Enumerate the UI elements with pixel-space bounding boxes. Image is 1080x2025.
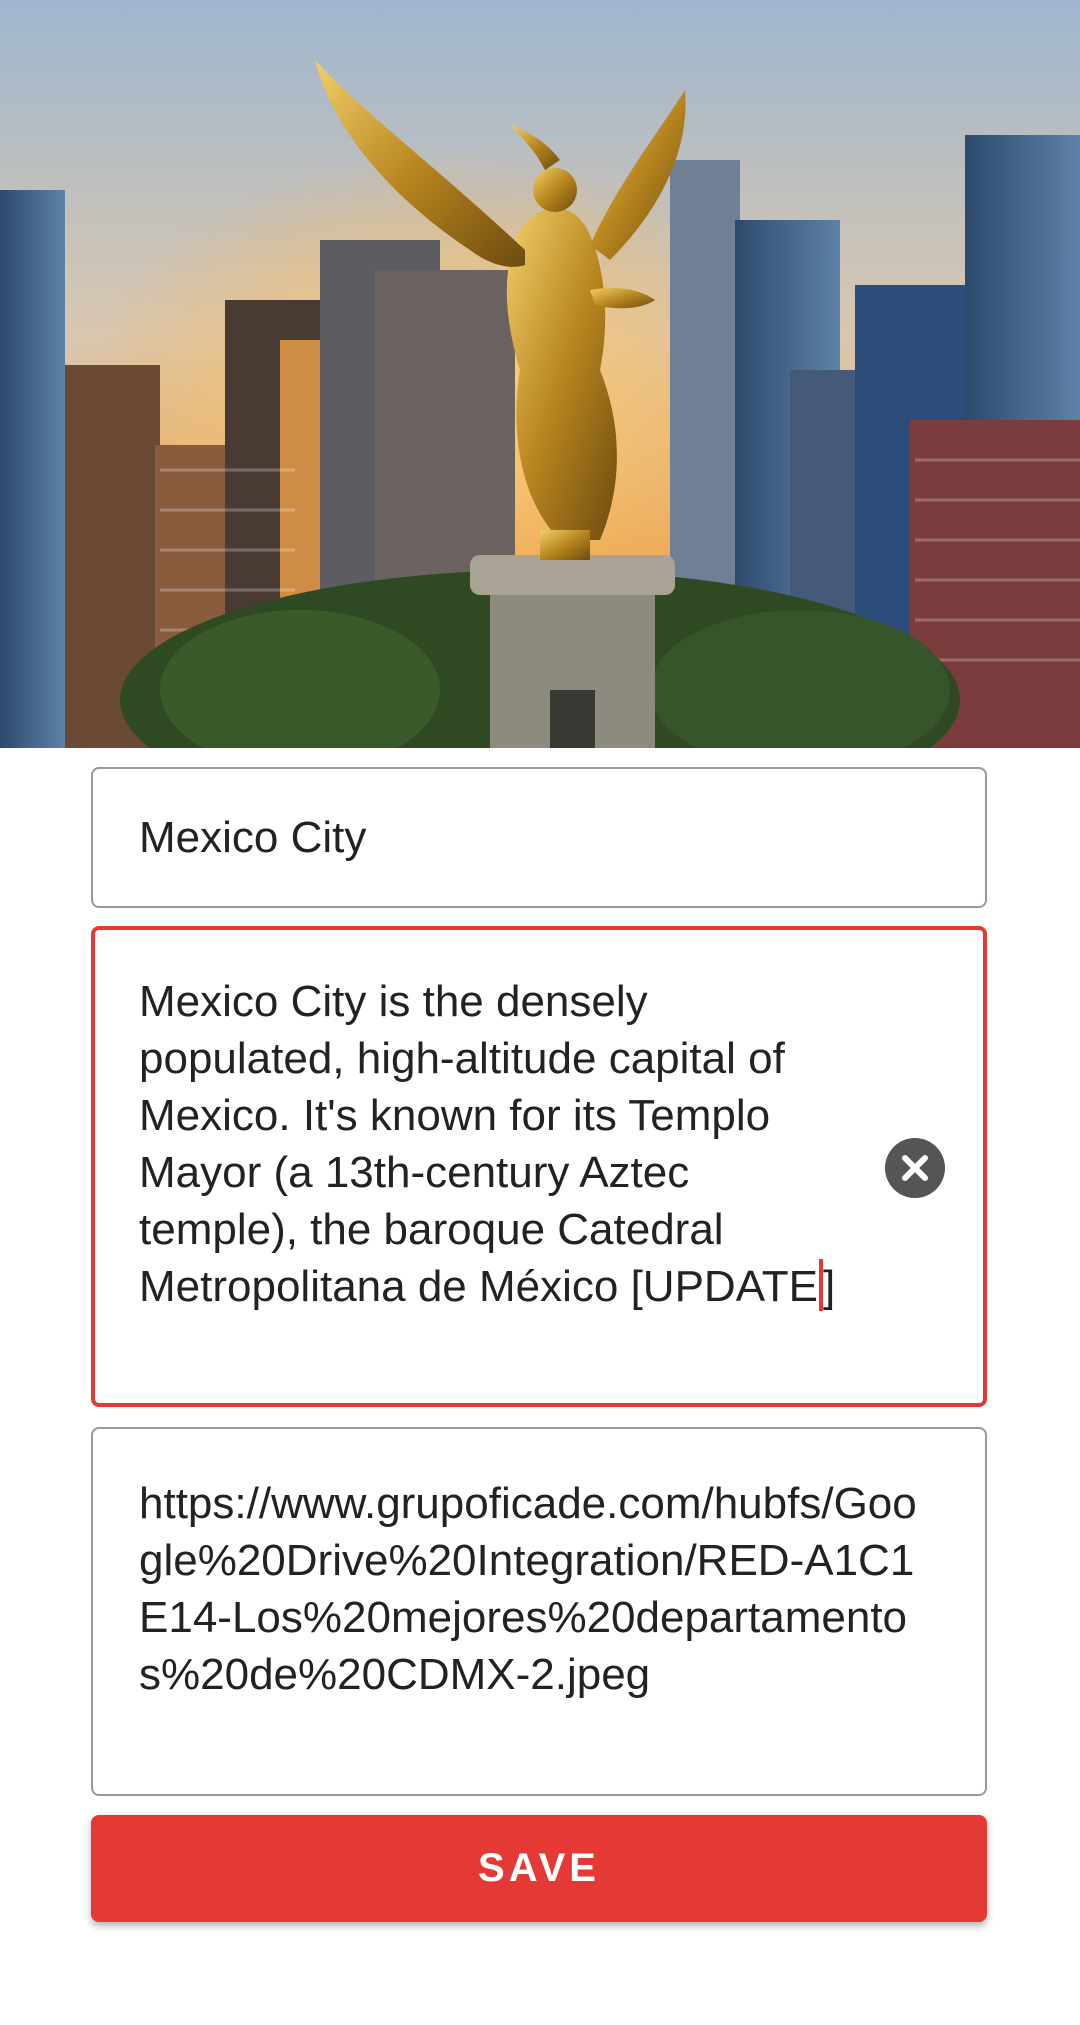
save-button[interactable]: SAVE: [91, 1815, 987, 1922]
description-input-value-tail: ]: [823, 1262, 836, 1311]
image-url-input-value: https://www.grupoficade.com/hubfs/Google…: [139, 1479, 917, 1699]
description-input[interactable]: Mexico City is the densely populated, hi…: [91, 926, 987, 1407]
name-input[interactable]: Mexico City: [91, 767, 987, 908]
description-input-value: Mexico City is the densely populated, hi…: [139, 977, 819, 1311]
clear-text-button[interactable]: [885, 1138, 945, 1198]
description-input-text: Mexico City is the densely populated, hi…: [139, 973, 843, 1315]
image-url-input[interactable]: https://www.grupoficade.com/hubfs/Google…: [91, 1427, 987, 1796]
hero-image: [0, 0, 1080, 748]
close-circle-icon: [902, 1155, 928, 1181]
name-input-value: Mexico City: [139, 813, 367, 862]
